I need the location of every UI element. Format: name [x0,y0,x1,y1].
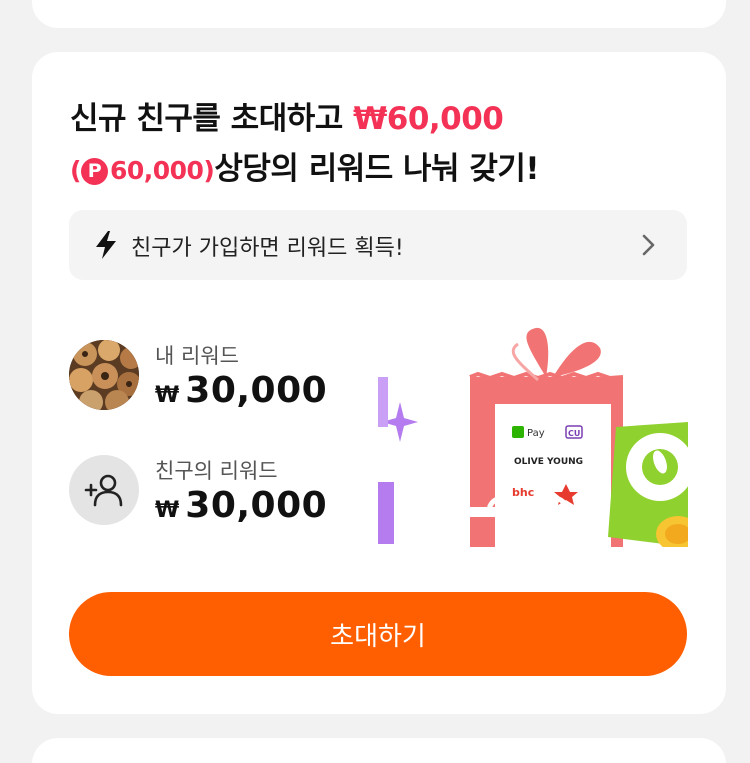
previous-card [32,0,726,28]
gift-box-illustration: Pay CU OLIVE YOUNG bhc [378,327,688,547]
avatar [69,340,139,410]
point-amount: (P 60,000) [70,156,215,185]
invite-headline: 신규 친구를 초대하고 ₩60,000 (P 60,000)상당의 리워드 나눠 … [70,101,540,187]
chevron-right-icon [642,234,655,256]
friend-reward-amount: ₩30,000 [155,485,328,526]
add-person-icon [84,474,123,507]
next-card [32,738,726,763]
lightning-icon [96,231,116,259]
invite-card: 신규 친구를 초대하고 ₩60,000 (P 60,000)상당의 리워드 나눠 … [32,52,726,714]
add-friend-avatar [69,455,139,525]
cookies-avatar-icon [69,340,139,410]
svg-text:Pay: Pay [527,428,545,439]
reward-info-row[interactable]: 친구가 가입하면 리워드 획득! [69,210,687,280]
invite-button[interactable]: 초대하기 [69,592,687,676]
npay-icon [512,426,524,438]
point-icon: P [80,158,108,185]
headline-amount: ₩60,000 [353,101,504,137]
svg-text:CU: CU [568,429,580,438]
svg-text:OLIVE YOUNG: OLIVE YOUNG [514,457,583,467]
sparkle-icon [378,377,418,544]
svg-text:bhc: bhc [512,486,534,499]
my-reward-label: 내 리워드 [155,344,239,368]
my-reward-amount: ₩30,000 [155,370,328,411]
reward-info-label: 친구가 가입하면 리워드 획득! [131,236,404,261]
friend-reward-label: 친구의 리워드 [155,459,278,483]
